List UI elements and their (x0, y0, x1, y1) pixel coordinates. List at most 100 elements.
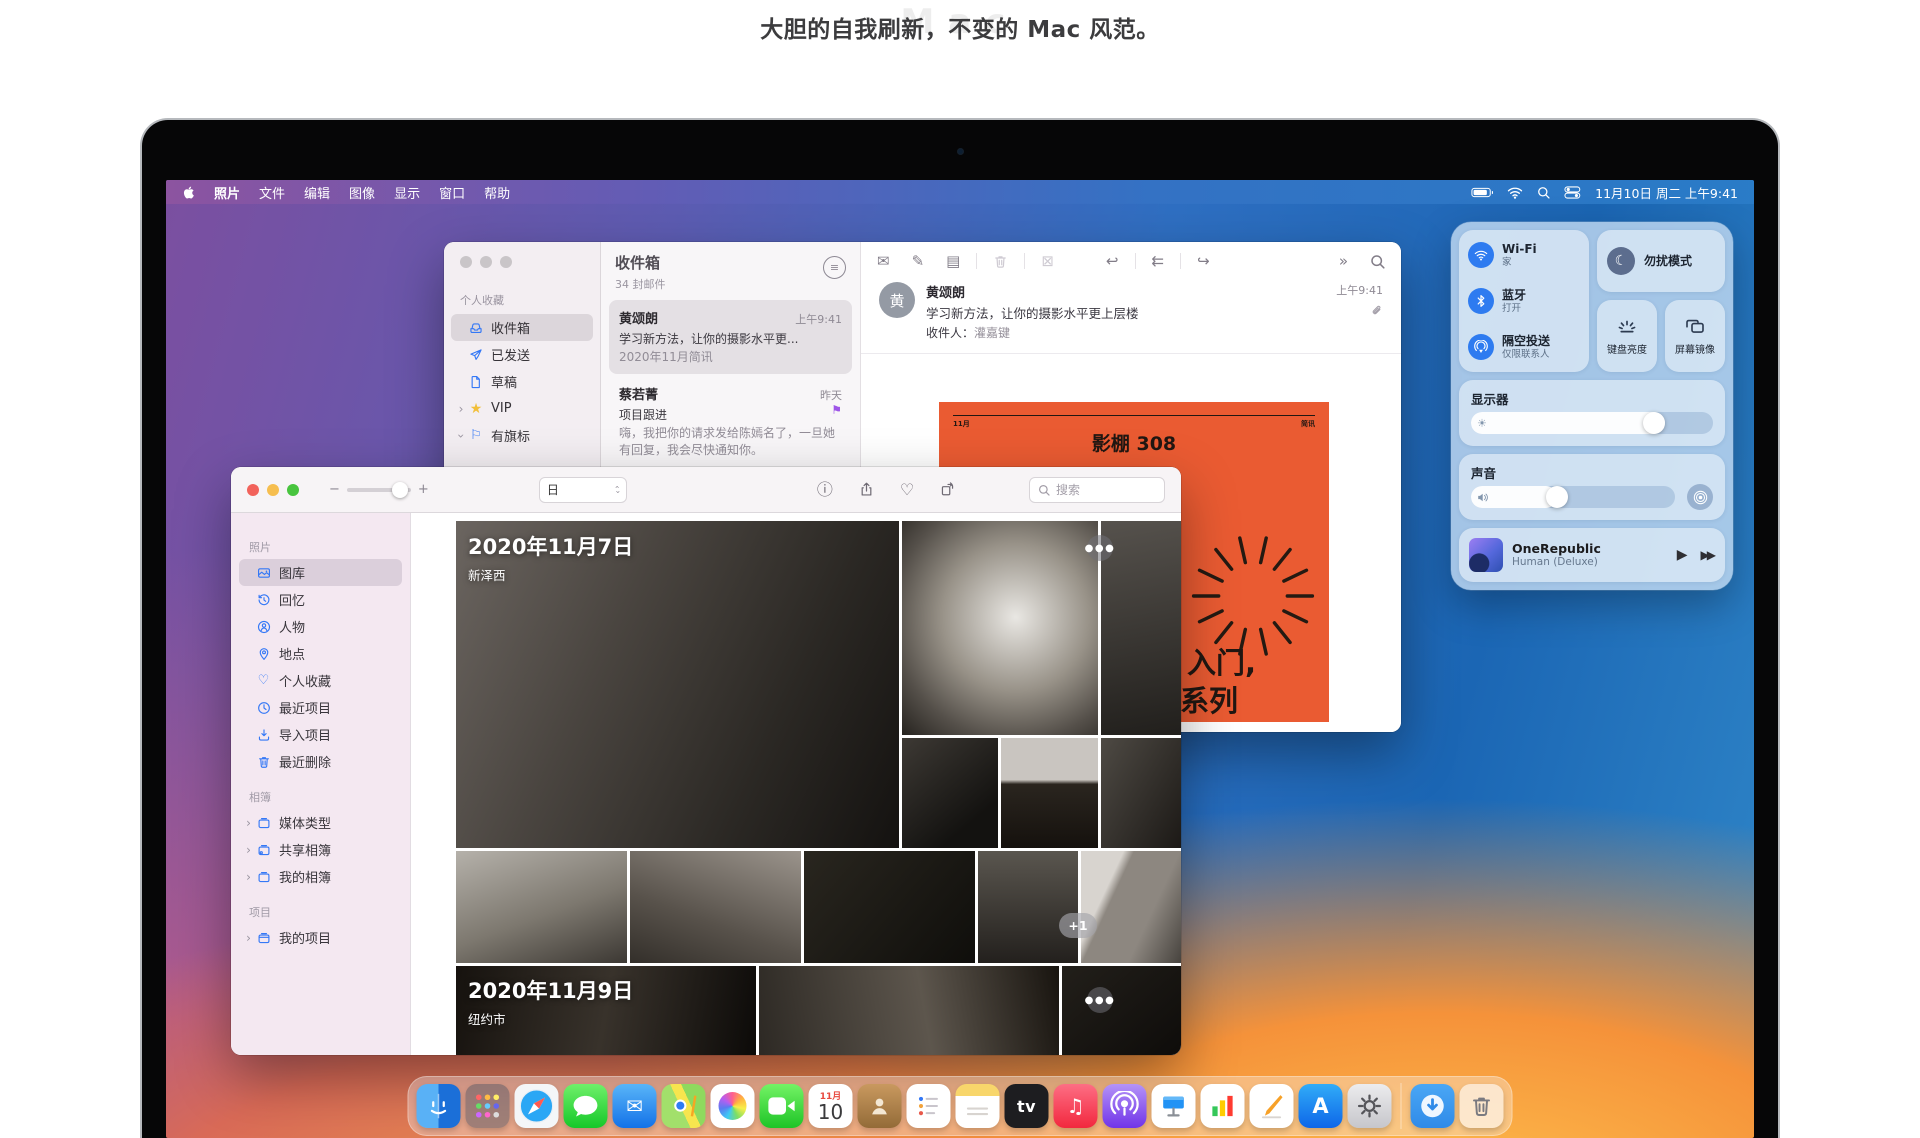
dock-icon-pages[interactable] (1250, 1084, 1294, 1128)
sidebar-item-my-albums[interactable]: ›我的相簿 (239, 863, 402, 890)
sidebar-item-shared-albums[interactable]: ›共享相簿 (239, 836, 402, 863)
dock-icon-settings[interactable] (1348, 1084, 1392, 1128)
sidebar-item-favorites[interactable]: ♡个人收藏 (239, 667, 402, 694)
more-icon[interactable]: » (1339, 254, 1348, 269)
play-icon[interactable]: ▶ (1677, 547, 1688, 563)
sidebar-item-recently-deleted[interactable]: 最近删除 (239, 748, 402, 775)
chevron-right-icon[interactable]: › (243, 843, 254, 857)
dock-icon-contacts[interactable] (858, 1084, 902, 1128)
mail-sidebar-item-vip[interactable]: ›★VIP (451, 395, 593, 422)
sidebar-item-recents[interactable]: 最近项目 (239, 694, 402, 721)
fast-forward-icon[interactable]: ▶▶ (1701, 548, 1713, 562)
mail-sidebar-item-sent[interactable]: 已发送 (451, 341, 593, 368)
display-brightness-slider[interactable]: ☀ (1471, 412, 1713, 434)
filter-icon[interactable]: ≡ (823, 256, 846, 279)
dock-icon-numbers[interactable] (1201, 1084, 1245, 1128)
window-controls[interactable] (444, 256, 600, 268)
airdrop-toggle[interactable]: 隔空投送仅限联系人 (1459, 324, 1589, 370)
dock-icon-facetime[interactable] (760, 1084, 804, 1128)
dock-icon-reminders[interactable] (907, 1084, 951, 1128)
search-input[interactable]: 搜索 (1029, 477, 1165, 503)
battery-icon[interactable] (1471, 187, 1494, 198)
keyboard-brightness-button[interactable]: 键盘亮度 (1597, 300, 1657, 372)
share-icon[interactable] (859, 482, 874, 498)
forward-icon[interactable]: ↪ (1197, 254, 1210, 269)
dock-icon-calendar[interactable]: 11月10 (809, 1084, 853, 1128)
dock-icon-launchpad[interactable] (466, 1084, 510, 1128)
volume-knob[interactable] (1546, 486, 1568, 508)
menu-item[interactable]: 窗口 (439, 183, 465, 202)
dock-icon-maps[interactable] (662, 1084, 706, 1128)
menu-item[interactable]: 图像 (349, 183, 375, 202)
chevron-right-icon[interactable]: › (243, 870, 254, 884)
rotate-icon[interactable] (940, 482, 955, 498)
envelope-icon[interactable]: ✉ (877, 254, 890, 269)
wifi-icon[interactable] (1507, 186, 1523, 199)
photo-thumbnail[interactable] (1062, 966, 1181, 1055)
do-not-disturb-toggle[interactable]: ☾ 勿扰模式 (1597, 230, 1725, 292)
mail-sidebar-item-inbox[interactable]: 收件箱 (451, 314, 593, 341)
dock-icon-tv[interactable]: tv (1005, 1084, 1049, 1128)
mail-list-item[interactable]: 黄颂朗上午9:41 学习新方法，让你的摄影水平更... 2020年11月简讯 (609, 300, 852, 374)
more-photos-badge[interactable]: +1 (1059, 913, 1097, 938)
wifi-toggle[interactable]: Wi-Fi家 (1459, 232, 1589, 278)
thumbnail-zoom-slider[interactable]: − + (329, 482, 429, 497)
airplay-button[interactable] (1687, 484, 1713, 510)
mail-list-item[interactable]: 蔡若菁昨天 项目跟进 嗨，我把你的请求发给陈嫣名了，一旦她有回复，我会尽快通知你… (609, 376, 852, 467)
sidebar-item-people[interactable]: 人物 (239, 613, 402, 640)
album-art[interactable] (1469, 538, 1503, 572)
dock-icon-downloads[interactable] (1411, 1084, 1455, 1128)
dock-icon-photos[interactable] (711, 1084, 755, 1128)
sidebar-item-media-types[interactable]: ›媒体类型 (239, 809, 402, 836)
brightness-knob[interactable] (1643, 412, 1665, 434)
photo-thumbnail[interactable] (456, 851, 627, 963)
photo-thumbnail[interactable] (630, 851, 801, 963)
menu-item[interactable]: 文件 (259, 183, 285, 202)
volume-slider[interactable] (1471, 486, 1675, 508)
chevron-down-icon[interactable]: › (454, 430, 468, 442)
photo-thumbnail[interactable] (759, 966, 1059, 1055)
search-icon[interactable] (1370, 254, 1385, 269)
sidebar-item-my-projects[interactable]: ›我的项目 (239, 924, 402, 951)
dock-icon-finder[interactable] (417, 1084, 461, 1128)
apple-logo-icon[interactable] (182, 186, 195, 199)
dock-icon-mail[interactable]: ✉ (613, 1084, 657, 1128)
sidebar-item-library[interactable]: 图库 (239, 559, 402, 586)
junk-icon[interactable]: ⊠ (1041, 254, 1054, 269)
trash-icon[interactable] (993, 254, 1008, 269)
menu-item[interactable]: 帮助 (484, 183, 510, 202)
dock-icon-safari[interactable] (515, 1084, 559, 1128)
bluetooth-toggle[interactable]: 蓝牙打开 (1459, 278, 1589, 324)
dock-icon-keynote[interactable] (1152, 1084, 1196, 1128)
archive-icon[interactable]: ▤ (946, 254, 960, 269)
sidebar-item-places[interactable]: 地点 (239, 640, 402, 667)
view-mode-select[interactable]: 日 ›› (539, 477, 627, 503)
photo-thumbnail[interactable] (902, 738, 998, 848)
sidebar-item-memories[interactable]: 回忆 (239, 586, 402, 613)
group-more-button[interactable]: ●●● (1087, 535, 1113, 561)
search-icon[interactable] (1537, 186, 1550, 199)
menu-bar-clock[interactable]: 11月10日 周二 上午9:41 (1595, 183, 1738, 202)
photo-thumbnail[interactable] (978, 851, 1078, 963)
info-icon[interactable]: ⓘ (817, 482, 833, 498)
photo-thumbnail[interactable] (804, 851, 975, 963)
group-more-button[interactable]: ●●● (1087, 987, 1113, 1013)
photo-thumbnail[interactable] (902, 521, 1098, 735)
dock-icon-notes[interactable] (956, 1084, 1000, 1128)
menu-app-name[interactable]: 照片 (214, 183, 240, 202)
reply-all-icon[interactable]: ⇇ (1152, 254, 1165, 269)
mail-sidebar-item-flagged[interactable]: ›⚐有旗标 (451, 422, 593, 449)
favorite-icon[interactable]: ♡ (900, 482, 914, 498)
photo-thumbnail[interactable] (1101, 738, 1181, 848)
mail-sidebar-item-drafts[interactable]: 草稿 (451, 368, 593, 395)
reply-icon[interactable]: ↩ (1106, 254, 1119, 269)
screen-mirroring-button[interactable]: 屏幕镜像 (1665, 300, 1725, 372)
sidebar-item-imports[interactable]: 导入项目 (239, 721, 402, 748)
compose-icon[interactable]: ✎ (912, 254, 925, 269)
chevron-right-icon[interactable]: › (243, 816, 254, 830)
photo-thumbnail[interactable] (1081, 851, 1181, 963)
chevron-right-icon[interactable]: › (455, 402, 467, 416)
dock-icon-trash[interactable] (1460, 1084, 1504, 1128)
dock-icon-podcasts[interactable] (1103, 1084, 1147, 1128)
photo-thumbnail[interactable] (1001, 738, 1098, 848)
